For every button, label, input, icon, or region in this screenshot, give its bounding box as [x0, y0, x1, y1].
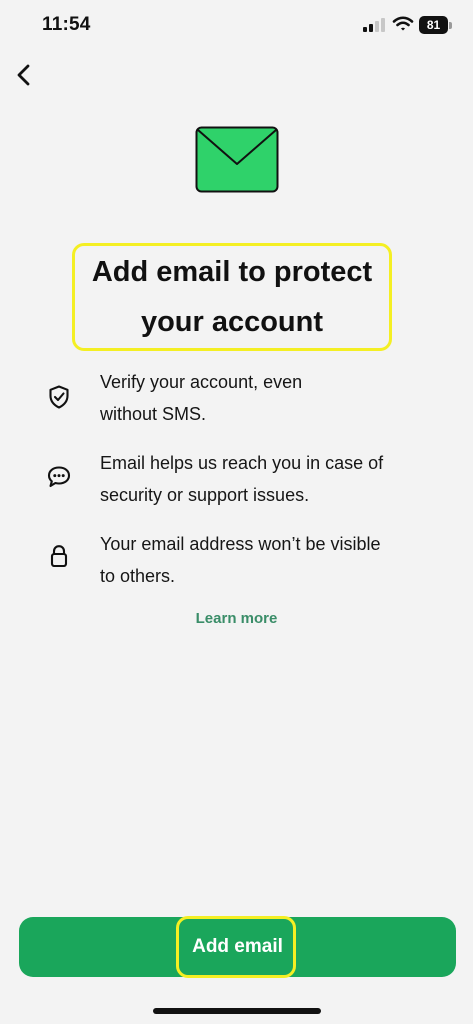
add-email-button-label: Add email: [192, 936, 283, 957]
title-highlight: Add email to protect your account: [72, 243, 392, 351]
chat-bubble-icon: [47, 466, 71, 488]
page-title: Add email to protect your account: [92, 247, 372, 347]
back-button[interactable]: [10, 60, 40, 90]
feature-item-support: Email helps us reach you in case of secu…: [40, 445, 430, 526]
learn-more-link[interactable]: Learn more: [0, 610, 473, 627]
shield-check-icon: [49, 385, 69, 409]
home-indicator: [153, 1008, 321, 1014]
feature-item-privacy: Your email address won’t be visible to o…: [40, 526, 430, 607]
battery-level: 81: [419, 16, 448, 34]
wifi-icon: [392, 16, 414, 31]
page-title-line-1: Add email to protect: [91, 256, 373, 288]
chevron-left-icon: [17, 64, 30, 86]
feature-text-support: Email helps us reach you in case of secu…: [100, 453, 384, 505]
feature-list: Verify your account, even without SMS. E…: [40, 364, 430, 607]
signal-icon: [363, 18, 385, 32]
status-time: 11:54: [42, 14, 91, 35]
battery-cap: [449, 22, 452, 29]
add-email-button[interactable]: Add email: [19, 917, 456, 977]
battery-icon: 81: [419, 16, 453, 34]
feature-text-verify: Verify your account, even without SMS.: [100, 372, 303, 424]
page-title-line-2: your account: [140, 306, 324, 338]
lock-icon: [50, 545, 68, 568]
feature-item-verify: Verify your account, even without SMS.: [40, 364, 430, 445]
status-bar: 11:54 81: [0, 0, 473, 52]
feature-text-privacy: Your email address won’t be visible to o…: [100, 534, 381, 586]
email-envelope-icon: [195, 126, 279, 193]
